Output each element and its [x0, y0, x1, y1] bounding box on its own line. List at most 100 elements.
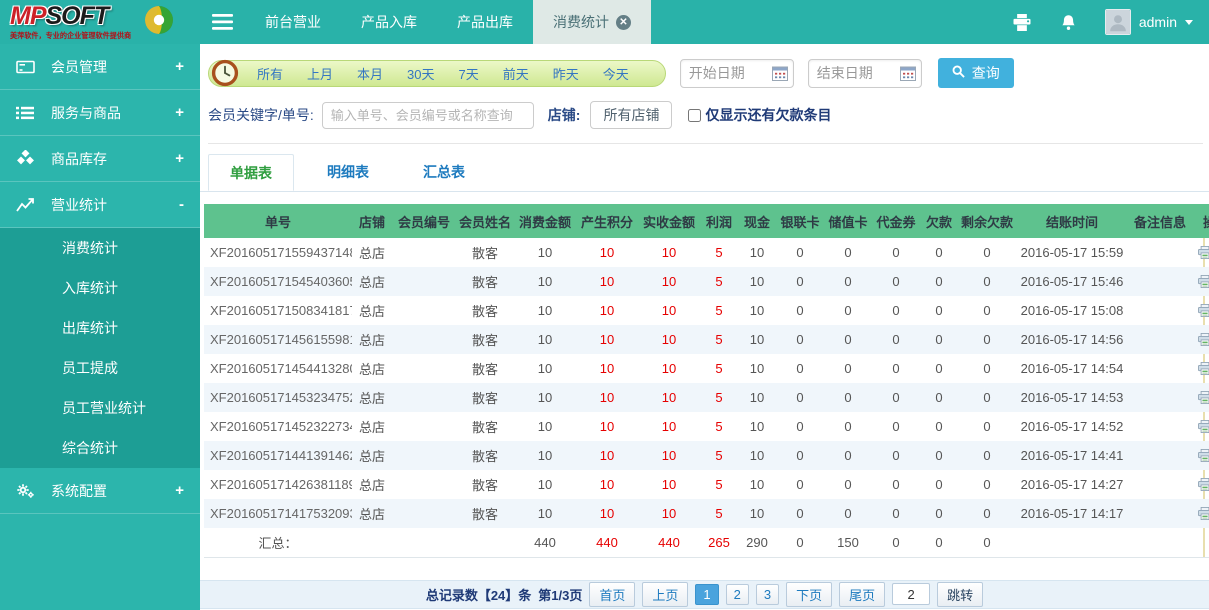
cell: 0: [824, 383, 872, 412]
cell: 2016-05-17 15:46: [1016, 267, 1128, 296]
sidebar-item-4[interactable]: 系统配置+: [0, 468, 200, 514]
nav-item-label: 前台营业: [265, 12, 321, 32]
clock-icon: [211, 59, 239, 87]
prev-page-button[interactable]: 上页: [642, 582, 688, 607]
debt-only-checkbox[interactable]: 仅显示还有欠款条目: [688, 105, 831, 125]
username: admin: [1139, 14, 1177, 30]
cell: 10: [514, 383, 576, 412]
next-page-button[interactable]: 下页: [786, 582, 832, 607]
cell: 0: [824, 238, 872, 267]
sidebar-item-0[interactable]: 会员管理+: [0, 44, 200, 90]
page-button-1[interactable]: 1: [695, 584, 718, 605]
quick-range-2[interactable]: 本月: [345, 64, 395, 83]
cell: 0: [776, 528, 824, 557]
cell: 10: [638, 325, 700, 354]
tab-detail-table[interactable]: 明细表: [306, 154, 390, 191]
submenu-item-3[interactable]: 员工提成: [0, 348, 200, 388]
quick-range-6[interactable]: 昨天: [541, 64, 591, 83]
cell: 总店: [352, 267, 392, 296]
keyword-input[interactable]: [322, 102, 534, 129]
cell: 10: [738, 499, 776, 528]
cell: 0: [958, 499, 1016, 528]
debt-checkbox-input[interactable]: [688, 109, 701, 122]
column-header: 剩余欠款: [958, 204, 1016, 238]
sidebar-item-1[interactable]: 服务与商品+: [0, 90, 200, 136]
cell: 0: [958, 267, 1016, 296]
first-page-button[interactable]: 首页: [589, 582, 635, 607]
printer-icon[interactable]: [1198, 333, 1209, 346]
calendar-icon[interactable]: [772, 66, 788, 86]
sidebar: 会员管理+服务与商品+商品库存+营业统计-消费统计入库统计出库统计员工提成员工营…: [0, 44, 200, 610]
printer-icon[interactable]: [1198, 449, 1209, 462]
cell: 10: [514, 238, 576, 267]
page-button-3[interactable]: 3: [756, 584, 779, 605]
printer-icon[interactable]: [1198, 362, 1209, 375]
printer-icon[interactable]: [1198, 275, 1209, 288]
query-button[interactable]: 查询: [938, 58, 1014, 88]
cell: 散客: [456, 383, 514, 412]
logo-sphere-icon: [144, 5, 174, 40]
submenu-item-0[interactable]: 消费统计: [0, 228, 200, 268]
brand-tagline: 美萍软件，专业的企业管理软件提供商: [10, 32, 131, 39]
sidebar-item-3[interactable]: 营业统计-: [0, 182, 200, 228]
printer-icon[interactable]: [1198, 391, 1209, 404]
jump-button[interactable]: 跳转: [937, 582, 983, 607]
submenu-item-1[interactable]: 入库统计: [0, 268, 200, 308]
nav-item-2[interactable]: 产品出库: [437, 0, 533, 44]
submenu-item-5[interactable]: 综合统计: [0, 428, 200, 468]
cell: 0: [872, 267, 920, 296]
filter-section: 所有上月本月30天7天前天昨天今天 查询 会: [200, 44, 1209, 144]
cell: 440: [638, 528, 700, 557]
chart-icon: [16, 197, 38, 212]
cell: [392, 238, 456, 267]
calendar-icon[interactable]: [900, 66, 916, 86]
cell: XF201605171559437148: [204, 238, 352, 267]
print-icon[interactable]: [1012, 14, 1032, 31]
printer-icon[interactable]: [1198, 478, 1209, 491]
sidebar-item-label: 系统配置: [51, 481, 107, 501]
printer-icon[interactable]: [1198, 246, 1209, 259]
hamburger-icon[interactable]: [200, 0, 245, 44]
table-row: XF201605171453234752总店散客1010105100000020…: [204, 383, 1209, 412]
cell: 总店: [352, 383, 392, 412]
submenu-item-2[interactable]: 出库统计: [0, 308, 200, 348]
cell: 10: [638, 296, 700, 325]
cell: 0: [958, 470, 1016, 499]
sidebar-submenu: 消费统计入库统计出库统计员工提成员工营业统计综合统计: [0, 228, 200, 468]
jump-page-input[interactable]: [892, 583, 930, 605]
quick-range-7[interactable]: 今天: [591, 64, 641, 83]
cell: 440: [514, 528, 576, 557]
printer-icon[interactable]: [1198, 507, 1209, 520]
nav-item-1[interactable]: 产品入库: [341, 0, 437, 44]
consumption-table: 单号店铺会员编号会员姓名消费金额产生积分实收金额利润现金银联卡储值卡代金券欠款剩…: [204, 204, 1209, 558]
close-icon[interactable]: ✕: [616, 15, 631, 30]
last-page-button[interactable]: 尾页: [839, 582, 885, 607]
table-row: XF201605171508341817总店散客1010105100000020…: [204, 296, 1209, 325]
quick-range-4[interactable]: 7天: [447, 64, 491, 83]
submenu-item-4[interactable]: 员工营业统计: [0, 388, 200, 428]
cell: 0: [872, 296, 920, 325]
nav-item-3[interactable]: 消费统计✕: [533, 0, 651, 44]
quick-range-0[interactable]: 所有: [245, 64, 295, 83]
cell: 10: [638, 412, 700, 441]
nav-item-0[interactable]: 前台营业: [245, 0, 341, 44]
cell: 10: [514, 441, 576, 470]
cell: 0: [776, 412, 824, 441]
tab-summary-table[interactable]: 汇总表: [402, 154, 486, 191]
user-menu[interactable]: admin: [1105, 9, 1193, 35]
sidebar-item-2[interactable]: 商品库存+: [0, 136, 200, 182]
page-button-2[interactable]: 2: [726, 584, 749, 605]
cell: 10: [576, 441, 638, 470]
shop-select-button[interactable]: 所有店铺: [590, 101, 672, 129]
quick-range-3[interactable]: 30天: [395, 64, 446, 83]
quick-range-5[interactable]: 前天: [491, 64, 541, 83]
quick-range-1[interactable]: 上月: [295, 64, 345, 83]
header-right: admin: [1012, 0, 1209, 44]
printer-icon[interactable]: [1198, 304, 1209, 317]
tab-bill-table[interactable]: 单据表: [208, 154, 294, 191]
printer-icon[interactable]: [1198, 420, 1209, 433]
cell: 150: [824, 528, 872, 557]
total-records: 总记录数【24】条: [426, 585, 531, 604]
bell-icon[interactable]: [1060, 14, 1077, 31]
cell: [1128, 296, 1192, 325]
